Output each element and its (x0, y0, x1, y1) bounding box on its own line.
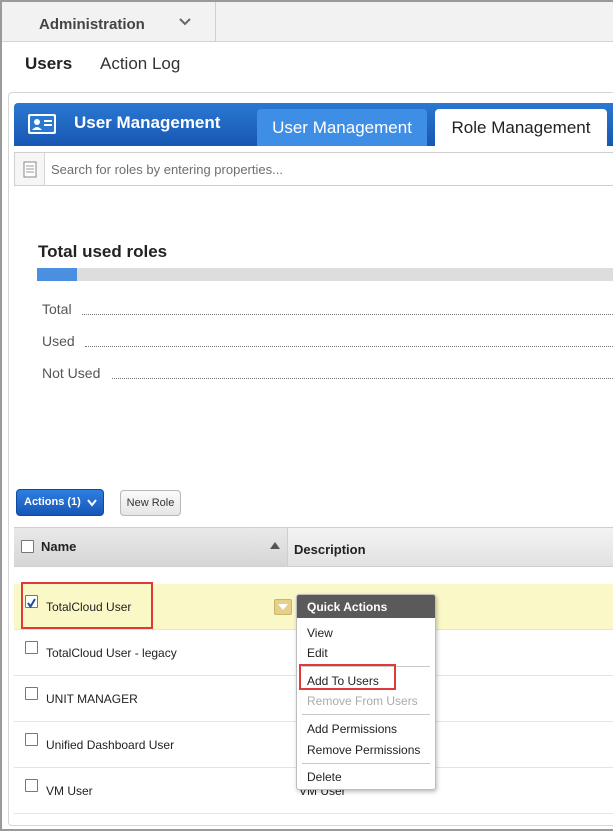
module-selector[interactable]: Administration (2, 2, 216, 42)
actions-dropdown-button[interactable]: Actions (1) (16, 489, 104, 516)
nav-users[interactable]: Users (25, 54, 72, 74)
quick-actions-menu: Quick Actions View Edit Add To Users Rem… (296, 594, 436, 790)
quick-actions-title: Quick Actions (297, 595, 435, 618)
divider (82, 314, 613, 315)
select-all-checkbox[interactable] (21, 540, 34, 553)
divider (85, 346, 613, 347)
stat-total-label: Total (42, 301, 72, 317)
stat-used-label: Used (42, 333, 75, 349)
sort-ascending-icon (270, 542, 280, 549)
sub-navigation: Users Action Log (2, 42, 613, 88)
tab-user-management[interactable]: User Management (257, 109, 427, 146)
column-header-description[interactable]: Description (294, 542, 366, 557)
nav-action-log[interactable]: Action Log (100, 54, 180, 74)
column-header-name: Name (41, 539, 77, 554)
row-name: UNIT MANAGER (46, 692, 138, 706)
document-icon (23, 161, 37, 178)
chevron-down-icon (179, 18, 191, 26)
row-checkbox[interactable] (25, 641, 38, 654)
actions-button-label: Actions (1) (24, 496, 81, 508)
menu-separator (302, 714, 430, 715)
search-input[interactable] (51, 160, 591, 178)
tab-role-management[interactable]: Role Management (435, 109, 607, 146)
menu-item-add-permissions[interactable]: Add Permissions (307, 722, 397, 736)
search-bar (14, 152, 613, 186)
app-title: User Management (74, 113, 221, 132)
usage-progress-fill (37, 268, 78, 281)
quick-actions-toggle[interactable] (274, 599, 292, 615)
chevron-down-icon (87, 499, 97, 507)
name-column-header[interactable]: Name (14, 528, 288, 566)
top-bar: Administration (2, 2, 613, 42)
user-card-icon (28, 114, 56, 134)
stat-not-used-label: Not Used (42, 365, 101, 381)
highlight-box-add-to-users (299, 664, 396, 690)
module-selector-label: Administration (39, 16, 145, 33)
row-name: VM User (46, 784, 93, 798)
search-options-button[interactable] (15, 153, 45, 185)
divider (112, 378, 613, 379)
row-checkbox[interactable] (25, 687, 38, 700)
stats-title: Total used roles (38, 242, 168, 261)
menu-item-remove-permissions[interactable]: Remove Permissions (307, 743, 420, 757)
usage-progress-bar (37, 268, 613, 281)
user-management-header: User Management User Management Role Man… (14, 103, 613, 146)
row-name: Unified Dashboard User (46, 738, 175, 752)
menu-item-remove-from-users: Remove From Users (307, 694, 418, 708)
row-checkbox[interactable] (25, 779, 38, 792)
row-name: TotalCloud User - legacy (46, 646, 177, 660)
chevron-down-icon (278, 604, 288, 610)
menu-item-delete[interactable]: Delete (307, 770, 342, 784)
menu-item-edit[interactable]: Edit (307, 646, 328, 660)
menu-separator (302, 763, 430, 764)
row-checkbox[interactable] (25, 733, 38, 746)
new-role-button[interactable]: New Role (120, 490, 181, 516)
table-header: Name Description (14, 527, 613, 567)
highlight-box-selected-row (21, 582, 153, 629)
menu-item-view[interactable]: View (307, 626, 333, 640)
